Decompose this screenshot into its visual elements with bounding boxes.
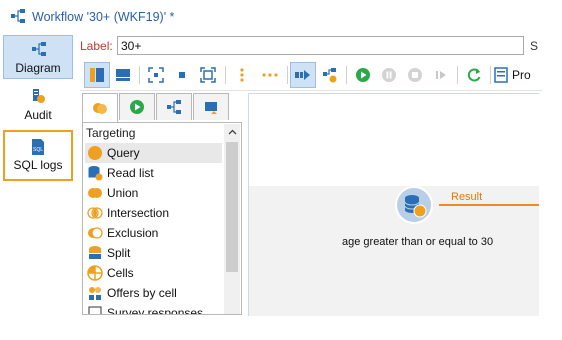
list-item-survey-responses[interactable]: Survey responses	[85, 303, 222, 315]
toolbar: Pro	[80, 60, 542, 91]
start-button[interactable]	[350, 62, 376, 88]
title-bar: Workflow '30+ (WKF19)' *	[0, 0, 534, 34]
list-item-read-list[interactable]: Read list	[85, 163, 222, 183]
offers-by-cell-icon	[89, 287, 101, 300]
zoom-normal-button[interactable]	[195, 62, 221, 88]
intersection-icon	[87, 207, 103, 219]
stop-icon	[408, 68, 422, 82]
properties-icon	[494, 67, 508, 83]
arrow-right-icon	[295, 70, 310, 80]
label-caption: Label:	[80, 39, 113, 53]
step-button[interactable]	[428, 62, 454, 88]
workflow-canvas[interactable]: age greater than or equal to 30 Result	[248, 93, 539, 316]
survey-responses-icon	[88, 306, 102, 314]
svg-text:SQL: SQL	[33, 147, 43, 153]
list-item-label: Read list	[107, 166, 154, 180]
cells-icon	[87, 265, 103, 281]
query-node[interactable]	[394, 185, 434, 225]
refresh-icon	[467, 68, 481, 82]
pause-button[interactable]	[376, 62, 402, 88]
layout-horizontal-icon	[116, 69, 130, 81]
zoom-normal-icon	[200, 67, 216, 83]
scroll-up-button[interactable]	[224, 124, 240, 140]
list-item-label: Intersection	[107, 206, 170, 220]
list-item-label: Offers by cell	[107, 286, 177, 300]
layout-horizontal-button[interactable]	[110, 62, 136, 88]
flow-control-icon	[130, 100, 144, 114]
query-icon	[88, 146, 102, 160]
small-box-button[interactable]	[169, 62, 195, 88]
scrollbar-thumb[interactable]	[226, 142, 238, 272]
exclusion-icon	[88, 227, 103, 239]
activity-palette: Targeting Query Read list Union Intersec…	[82, 93, 242, 315]
palette-section-header: Targeting	[86, 126, 136, 140]
more-horizontal-button[interactable]	[257, 62, 283, 88]
more-vertical-icon	[240, 68, 244, 82]
list-item-split[interactable]: Split	[85, 243, 222, 263]
zoom-fit-icon	[148, 67, 164, 83]
refresh-button[interactable]	[461, 62, 487, 88]
pause-icon	[382, 68, 396, 82]
layout-vertical-button[interactable]	[84, 62, 110, 88]
tab-flow-control[interactable]	[119, 93, 155, 120]
square-icon	[179, 72, 185, 78]
activity-list: Targeting Query Read list Union Intersec…	[82, 122, 242, 315]
list-item-exclusion[interactable]: Exclusion	[85, 223, 222, 243]
tab-targeting[interactable]	[82, 93, 118, 122]
list-item-query[interactable]: Query	[85, 143, 222, 163]
more-horizontal-icon	[262, 73, 278, 77]
label-input[interactable]	[117, 36, 524, 55]
tab-events[interactable]	[193, 93, 229, 120]
workflow-icon	[11, 9, 25, 23]
list-item-cells[interactable]: Cells	[85, 263, 222, 283]
nav-diagram-label: Diagram	[15, 61, 61, 75]
query-node-label: age greater than or equal to 30	[342, 236, 494, 248]
audit-icon	[33, 89, 45, 103]
layout-vertical-icon	[90, 68, 104, 82]
list-item-label: Exclusion	[107, 226, 159, 240]
nav-diagram[interactable]: Diagram	[3, 35, 73, 79]
nav-sql-logs-label: SQL logs	[13, 158, 63, 172]
result-transition[interactable]	[439, 204, 539, 206]
actions-icon	[167, 100, 181, 114]
sql-logs-icon: SQL	[32, 139, 44, 155]
workflow-properties-button[interactable]	[317, 62, 343, 88]
list-item-label: Survey responses	[107, 306, 204, 315]
list-item-union[interactable]: Union	[85, 183, 222, 203]
label-trailing-text: S	[530, 39, 539, 53]
zoom-fit-button[interactable]	[143, 62, 169, 88]
list-item-label: Cells	[107, 266, 134, 280]
diagram-icon	[32, 42, 46, 56]
list-item-label: Union	[107, 186, 139, 200]
split-icon	[89, 246, 101, 259]
nav-audit[interactable]: Audit	[3, 86, 73, 122]
stop-button[interactable]	[402, 62, 428, 88]
union-icon	[88, 188, 102, 198]
targeting-icon	[93, 103, 107, 114]
left-navigation: Diagram Audit SQL SQL logs	[0, 34, 78, 340]
query-node-icon	[395, 186, 433, 224]
window-title: Workflow '30+ (WKF19)' *	[32, 10, 175, 24]
properties-button[interactable]: Pro	[494, 62, 542, 88]
read-list-icon	[88, 166, 103, 181]
list-item-offers-by-cell[interactable]: Offers by cell	[85, 283, 222, 303]
more-vertical-button[interactable]	[229, 62, 255, 88]
step-icon	[436, 71, 446, 79]
chevron-up-icon	[228, 129, 236, 135]
nav-audit-label: Audit	[24, 108, 52, 122]
list-item-label: Split	[107, 246, 131, 260]
nav-sql-logs[interactable]: SQL SQL logs	[3, 130, 73, 181]
tab-actions[interactable]	[156, 93, 192, 120]
start-node-button[interactable]	[290, 62, 316, 88]
play-icon	[356, 68, 370, 82]
list-item-label: Query	[107, 146, 140, 160]
properties-label: Pro	[512, 68, 531, 82]
workflow-properties-icon	[323, 68, 337, 83]
transition-label: Result	[451, 191, 483, 203]
events-icon	[205, 102, 217, 114]
palette-scrollbar[interactable]	[224, 124, 240, 314]
list-item-intersection[interactable]: Intersection	[85, 203, 222, 223]
